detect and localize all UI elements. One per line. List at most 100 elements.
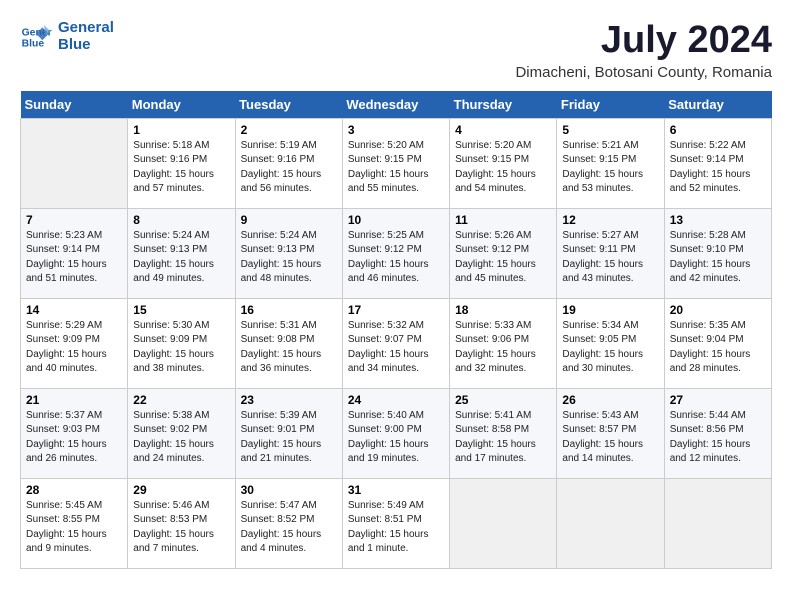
day-info: Sunrise: 5:27 AM Sunset: 9:11 PM Dayligh… xyxy=(562,230,643,285)
day-info: Sunrise: 5:45 AM Sunset: 8:55 PM Dayligh… xyxy=(26,500,107,555)
day-info: Sunrise: 5:28 AM Sunset: 9:10 PM Dayligh… xyxy=(670,230,751,285)
calendar-cell: 1Sunrise: 5:18 AM Sunset: 9:16 PM Daylig… xyxy=(128,118,235,208)
day-info: Sunrise: 5:33 AM Sunset: 9:06 PM Dayligh… xyxy=(455,320,536,375)
calendar-cell: 4 Sunrise: 5:20 AM Sunset: 9:15 PM Daylig… xyxy=(450,118,557,208)
calendar-cell: 31Sunrise: 5:49 AM Sunset: 8:51 PM Dayli… xyxy=(342,478,449,568)
day-info: Sunrise: 5:24 AM Sunset: 9:13 PM Dayligh… xyxy=(133,230,214,285)
day-info: Sunrise: 5:47 AM Sunset: 8:52 PM Dayligh… xyxy=(241,500,322,555)
day-number: 16 xyxy=(241,303,337,317)
weekday-header-monday: Monday xyxy=(128,91,235,119)
day-number: 3 xyxy=(348,123,444,137)
day-info: Sunrise: 5:41 AM Sunset: 8:58 PM Dayligh… xyxy=(455,410,536,465)
calendar-cell: 20 Sunrise: 5:35 AM Sunset: 9:04 PM Dayli… xyxy=(664,298,771,388)
calendar-cell: 6Sunrise: 5:22 AM Sunset: 9:14 PM Daylig… xyxy=(664,118,771,208)
calendar-cell: 24Sunrise: 5:40 AM Sunset: 9:00 PM Dayli… xyxy=(342,388,449,478)
day-info: Sunrise: 5:29 AM Sunset: 9:09 PM Dayligh… xyxy=(26,320,107,375)
day-number: 5 xyxy=(562,123,658,137)
day-number: 14 xyxy=(26,303,122,317)
day-number: 28 xyxy=(26,483,122,497)
day-number: 21 xyxy=(26,393,122,407)
day-number: 10 xyxy=(348,213,444,227)
logo-line1: General xyxy=(58,20,114,37)
day-info: Sunrise: 5:32 AM Sunset: 9:07 PM Dayligh… xyxy=(348,320,429,375)
calendar-cell: 8Sunrise: 5:24 AM Sunset: 9:13 PM Daylig… xyxy=(128,208,235,298)
day-number: 31 xyxy=(348,483,444,497)
calendar-cell xyxy=(557,478,664,568)
calendar-table: SundayMondayTuesdayWednesdayThursdayFrid… xyxy=(20,91,772,569)
logo: General Blue General Blue xyxy=(20,20,114,53)
calendar-cell: 12 Sunrise: 5:27 AM Sunset: 9:11 PM Dayli… xyxy=(557,208,664,298)
logo-icon: General Blue xyxy=(20,21,52,53)
day-info: Sunrise: 5:24 AM Sunset: 9:13 PM Dayligh… xyxy=(241,230,322,285)
day-info: Sunrise: 5:38 AM Sunset: 9:02 PM Dayligh… xyxy=(133,410,214,465)
calendar-week-3: 14 Sunrise: 5:29 AM Sunset: 9:09 PM Dayli… xyxy=(21,298,772,388)
day-info: Sunrise: 5:20 AM Sunset: 9:15 PM Dayligh… xyxy=(455,140,536,195)
day-number: 27 xyxy=(670,393,766,407)
weekday-header-wednesday: Wednesday xyxy=(342,91,449,119)
calendar-cell: 30 Sunrise: 5:47 AM Sunset: 8:52 PM Dayli… xyxy=(235,478,342,568)
day-number: 4 xyxy=(455,123,551,137)
day-number: 19 xyxy=(562,303,658,317)
calendar-cell: 15 Sunrise: 5:30 AM Sunset: 9:09 PM Dayli… xyxy=(128,298,235,388)
location-subtitle: Dimacheni, Botosani County, Romania xyxy=(515,64,772,81)
weekday-header-tuesday: Tuesday xyxy=(235,91,342,119)
day-number: 30 xyxy=(241,483,337,497)
day-info: Sunrise: 5:19 AM Sunset: 9:16 PM Dayligh… xyxy=(241,140,322,195)
month-title: July 2024 xyxy=(515,20,772,62)
day-info: Sunrise: 5:39 AM Sunset: 9:01 PM Dayligh… xyxy=(241,410,322,465)
calendar-cell: 23Sunrise: 5:39 AM Sunset: 9:01 PM Dayli… xyxy=(235,388,342,478)
calendar-cell: 11 Sunrise: 5:26 AM Sunset: 9:12 PM Dayli… xyxy=(450,208,557,298)
logo-line2: Blue xyxy=(58,37,114,54)
calendar-cell: 7Sunrise: 5:23 AM Sunset: 9:14 PM Daylig… xyxy=(21,208,128,298)
calendar-cell xyxy=(21,118,128,208)
svg-text:Blue: Blue xyxy=(22,38,45,49)
calendar-cell: 29Sunrise: 5:46 AM Sunset: 8:53 PM Dayli… xyxy=(128,478,235,568)
calendar-cell: 26 Sunrise: 5:43 AM Sunset: 8:57 PM Dayli… xyxy=(557,388,664,478)
day-info: Sunrise: 5:34 AM Sunset: 9:05 PM Dayligh… xyxy=(562,320,643,375)
day-number: 22 xyxy=(133,393,229,407)
calendar-cell: 5 Sunrise: 5:21 AM Sunset: 9:15 PM Daylig… xyxy=(557,118,664,208)
day-info: Sunrise: 5:20 AM Sunset: 9:15 PM Dayligh… xyxy=(348,140,429,195)
weekday-header-saturday: Saturday xyxy=(664,91,771,119)
calendar-week-2: 7Sunrise: 5:23 AM Sunset: 9:14 PM Daylig… xyxy=(21,208,772,298)
day-info: Sunrise: 5:44 AM Sunset: 8:56 PM Dayligh… xyxy=(670,410,751,465)
day-number: 15 xyxy=(133,303,229,317)
day-info: Sunrise: 5:22 AM Sunset: 9:14 PM Dayligh… xyxy=(670,140,751,195)
day-number: 25 xyxy=(455,393,551,407)
calendar-week-5: 28 Sunrise: 5:45 AM Sunset: 8:55 PM Dayli… xyxy=(21,478,772,568)
weekday-header-friday: Friday xyxy=(557,91,664,119)
day-info: Sunrise: 5:35 AM Sunset: 9:04 PM Dayligh… xyxy=(670,320,751,375)
calendar-week-4: 21 Sunrise: 5:37 AM Sunset: 9:03 PM Dayli… xyxy=(21,388,772,478)
day-number: 17 xyxy=(348,303,444,317)
day-number: 12 xyxy=(562,213,658,227)
calendar-cell: 10 Sunrise: 5:25 AM Sunset: 9:12 PM Dayli… xyxy=(342,208,449,298)
day-number: 20 xyxy=(670,303,766,317)
day-number: 18 xyxy=(455,303,551,317)
day-info: Sunrise: 5:26 AM Sunset: 9:12 PM Dayligh… xyxy=(455,230,536,285)
day-info: Sunrise: 5:21 AM Sunset: 9:15 PM Dayligh… xyxy=(562,140,643,195)
calendar-cell: 21 Sunrise: 5:37 AM Sunset: 9:03 PM Dayli… xyxy=(21,388,128,478)
day-info: Sunrise: 5:23 AM Sunset: 9:14 PM Dayligh… xyxy=(26,230,107,285)
day-info: Sunrise: 5:25 AM Sunset: 9:12 PM Dayligh… xyxy=(348,230,429,285)
calendar-cell xyxy=(664,478,771,568)
calendar-cell: 13Sunrise: 5:28 AM Sunset: 9:10 PM Dayli… xyxy=(664,208,771,298)
day-number: 11 xyxy=(455,213,551,227)
day-info: Sunrise: 5:30 AM Sunset: 9:09 PM Dayligh… xyxy=(133,320,214,375)
day-info: Sunrise: 5:40 AM Sunset: 9:00 PM Dayligh… xyxy=(348,410,429,465)
calendar-cell xyxy=(450,478,557,568)
weekday-header-sunday: Sunday xyxy=(21,91,128,119)
day-number: 9 xyxy=(241,213,337,227)
weekday-header-row: SundayMondayTuesdayWednesdayThursdayFrid… xyxy=(21,91,772,119)
day-info: Sunrise: 5:43 AM Sunset: 8:57 PM Dayligh… xyxy=(562,410,643,465)
day-number: 2 xyxy=(241,123,337,137)
day-info: Sunrise: 5:46 AM Sunset: 8:53 PM Dayligh… xyxy=(133,500,214,555)
calendar-body: 1Sunrise: 5:18 AM Sunset: 9:16 PM Daylig… xyxy=(21,118,772,568)
weekday-header-thursday: Thursday xyxy=(450,91,557,119)
page-header: General Blue General Blue July 2024 Dima… xyxy=(20,20,772,81)
day-number: 26 xyxy=(562,393,658,407)
calendar-cell: 2 Sunrise: 5:19 AM Sunset: 9:16 PM Daylig… xyxy=(235,118,342,208)
calendar-cell: 22 Sunrise: 5:38 AM Sunset: 9:02 PM Dayli… xyxy=(128,388,235,478)
calendar-cell: 28 Sunrise: 5:45 AM Sunset: 8:55 PM Dayli… xyxy=(21,478,128,568)
day-info: Sunrise: 5:37 AM Sunset: 9:03 PM Dayligh… xyxy=(26,410,107,465)
calendar-cell: 9 Sunrise: 5:24 AM Sunset: 9:13 PM Daylig… xyxy=(235,208,342,298)
